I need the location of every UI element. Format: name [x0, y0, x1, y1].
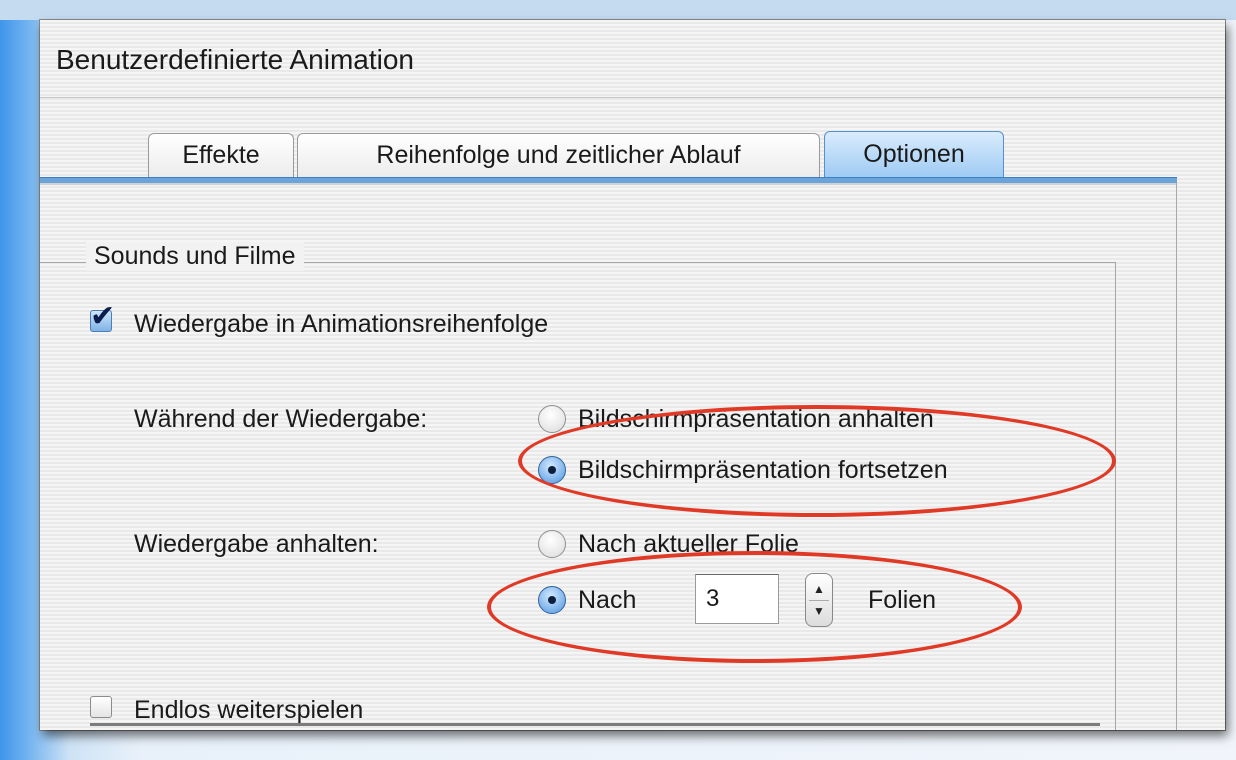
- checkmark-icon: ✔: [90, 300, 116, 333]
- sounds-group-legend: Sounds und Filme: [86, 242, 304, 271]
- after-n-prefix-label: Nach: [578, 586, 637, 614]
- stepper-divider: [809, 600, 829, 601]
- custom-animation-window: Benutzerdefinierte Animation Effekte Rei…: [40, 20, 1225, 730]
- tab-underline-shadow: [40, 183, 1177, 185]
- background-top-bar: [0, 0, 1236, 20]
- content-panel-edge: [1176, 183, 1177, 730]
- continue-presentation-label: Bildschirmpräsentation fortsetzen: [578, 456, 948, 484]
- loop-label: Endlos weiterspielen: [134, 696, 364, 724]
- tab-effekte[interactable]: Effekte: [148, 133, 294, 177]
- pause-presentation-label: Bildschirmpräsentation anhalten: [578, 405, 934, 433]
- radio-after-current-slide[interactable]: [538, 530, 566, 558]
- during-playback-label: Während der Wiedergabe:: [134, 405, 428, 433]
- title-divider: [40, 97, 1225, 98]
- after-current-slide-label: Nach aktueller Folie: [578, 530, 799, 558]
- radio-pause-presentation[interactable]: [538, 405, 566, 433]
- play-in-order-label: Wiedergabe in Animationsreihenfolge: [134, 310, 549, 338]
- tab-reihenfolge-label: Reihenfolge und zeitlicher Ablauf: [376, 141, 741, 169]
- tab-optionen-label: Optionen: [863, 140, 965, 168]
- slide-count-field[interactable]: 3: [695, 574, 779, 624]
- tab-effekte-label: Effekte: [182, 141, 260, 169]
- stepper-down-icon[interactable]: ▼: [806, 605, 832, 617]
- tab-optionen[interactable]: Optionen: [824, 131, 1004, 177]
- stepper-up-icon[interactable]: ▲: [806, 583, 832, 595]
- window-bottom-edge: [90, 723, 1100, 726]
- tab-reihenfolge[interactable]: Reihenfolge und zeitlicher Ablauf: [297, 133, 820, 177]
- stop-playback-label: Wiedergabe anhalten:: [134, 530, 379, 558]
- radio-after-n-slides[interactable]: [538, 586, 566, 614]
- radio-continue-presentation[interactable]: [538, 456, 566, 484]
- slide-count-stepper[interactable]: ▲ ▼: [805, 573, 833, 627]
- window-title: Benutzerdefinierte Animation: [56, 44, 414, 75]
- after-n-suffix-label: Folien: [868, 586, 937, 614]
- loop-checkbox[interactable]: [90, 696, 112, 718]
